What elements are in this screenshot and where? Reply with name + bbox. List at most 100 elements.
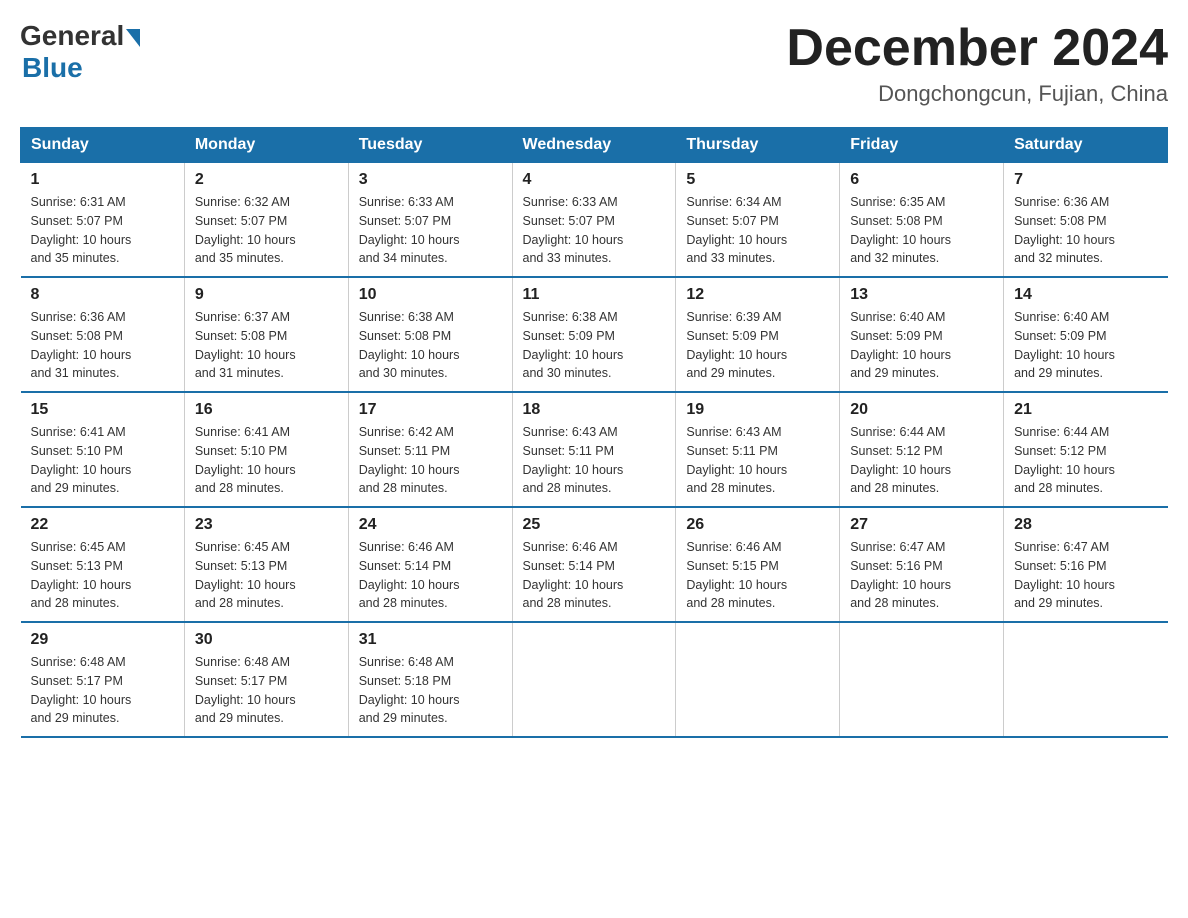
table-row: 5 Sunrise: 6:34 AM Sunset: 5:07 PM Dayli… bbox=[676, 163, 840, 278]
day-info: Sunrise: 6:47 AM Sunset: 5:16 PM Dayligh… bbox=[850, 538, 993, 613]
day-number: 23 bbox=[195, 516, 338, 534]
day-number: 31 bbox=[359, 631, 502, 649]
day-info: Sunrise: 6:42 AM Sunset: 5:11 PM Dayligh… bbox=[359, 423, 502, 498]
day-number: 19 bbox=[686, 401, 829, 419]
day-number: 28 bbox=[1014, 516, 1157, 534]
day-info: Sunrise: 6:45 AM Sunset: 5:13 PM Dayligh… bbox=[31, 538, 174, 613]
table-row: 4 Sunrise: 6:33 AM Sunset: 5:07 PM Dayli… bbox=[512, 163, 676, 278]
table-row bbox=[676, 622, 840, 737]
day-number: 14 bbox=[1014, 286, 1157, 304]
table-row: 16 Sunrise: 6:41 AM Sunset: 5:10 PM Dayl… bbox=[184, 392, 348, 507]
table-row: 6 Sunrise: 6:35 AM Sunset: 5:08 PM Dayli… bbox=[840, 163, 1004, 278]
table-row: 26 Sunrise: 6:46 AM Sunset: 5:15 PM Dayl… bbox=[676, 507, 840, 622]
day-number: 20 bbox=[850, 401, 993, 419]
day-number: 2 bbox=[195, 171, 338, 189]
day-info: Sunrise: 6:32 AM Sunset: 5:07 PM Dayligh… bbox=[195, 193, 338, 268]
table-row: 15 Sunrise: 6:41 AM Sunset: 5:10 PM Dayl… bbox=[21, 392, 185, 507]
day-number: 1 bbox=[31, 171, 174, 189]
table-row: 12 Sunrise: 6:39 AM Sunset: 5:09 PM Dayl… bbox=[676, 277, 840, 392]
day-info: Sunrise: 6:44 AM Sunset: 5:12 PM Dayligh… bbox=[850, 423, 993, 498]
col-tuesday: Tuesday bbox=[348, 128, 512, 163]
calendar-body: 1 Sunrise: 6:31 AM Sunset: 5:07 PM Dayli… bbox=[21, 163, 1168, 738]
title-section: December 2024 Dongchongcun, Fujian, Chin… bbox=[786, 20, 1168, 107]
col-monday: Monday bbox=[184, 128, 348, 163]
day-info: Sunrise: 6:40 AM Sunset: 5:09 PM Dayligh… bbox=[1014, 308, 1157, 383]
day-number: 6 bbox=[850, 171, 993, 189]
day-info: Sunrise: 6:47 AM Sunset: 5:16 PM Dayligh… bbox=[1014, 538, 1157, 613]
table-row: 25 Sunrise: 6:46 AM Sunset: 5:14 PM Dayl… bbox=[512, 507, 676, 622]
day-info: Sunrise: 6:33 AM Sunset: 5:07 PM Dayligh… bbox=[359, 193, 502, 268]
col-thursday: Thursday bbox=[676, 128, 840, 163]
day-info: Sunrise: 6:46 AM Sunset: 5:15 PM Dayligh… bbox=[686, 538, 829, 613]
table-row: 18 Sunrise: 6:43 AM Sunset: 5:11 PM Dayl… bbox=[512, 392, 676, 507]
page-header: General Blue December 2024 Dongchongcun,… bbox=[20, 20, 1168, 107]
table-row: 24 Sunrise: 6:46 AM Sunset: 5:14 PM Dayl… bbox=[348, 507, 512, 622]
day-number: 25 bbox=[523, 516, 666, 534]
day-number: 3 bbox=[359, 171, 502, 189]
day-number: 9 bbox=[195, 286, 338, 304]
day-number: 8 bbox=[31, 286, 174, 304]
day-info: Sunrise: 6:31 AM Sunset: 5:07 PM Dayligh… bbox=[31, 193, 174, 268]
day-info: Sunrise: 6:46 AM Sunset: 5:14 PM Dayligh… bbox=[523, 538, 666, 613]
table-row: 20 Sunrise: 6:44 AM Sunset: 5:12 PM Dayl… bbox=[840, 392, 1004, 507]
day-info: Sunrise: 6:41 AM Sunset: 5:10 PM Dayligh… bbox=[195, 423, 338, 498]
table-row: 9 Sunrise: 6:37 AM Sunset: 5:08 PM Dayli… bbox=[184, 277, 348, 392]
logo-text: General bbox=[20, 20, 142, 52]
table-row: 7 Sunrise: 6:36 AM Sunset: 5:08 PM Dayli… bbox=[1004, 163, 1168, 278]
day-info: Sunrise: 6:34 AM Sunset: 5:07 PM Dayligh… bbox=[686, 193, 829, 268]
day-number: 29 bbox=[31, 631, 174, 649]
day-info: Sunrise: 6:48 AM Sunset: 5:18 PM Dayligh… bbox=[359, 653, 502, 728]
day-info: Sunrise: 6:40 AM Sunset: 5:09 PM Dayligh… bbox=[850, 308, 993, 383]
day-number: 10 bbox=[359, 286, 502, 304]
table-row: 1 Sunrise: 6:31 AM Sunset: 5:07 PM Dayli… bbox=[21, 163, 185, 278]
table-row: 31 Sunrise: 6:48 AM Sunset: 5:18 PM Dayl… bbox=[348, 622, 512, 737]
day-number: 22 bbox=[31, 516, 174, 534]
col-friday: Friday bbox=[840, 128, 1004, 163]
table-row: 10 Sunrise: 6:38 AM Sunset: 5:08 PM Dayl… bbox=[348, 277, 512, 392]
day-number: 15 bbox=[31, 401, 174, 419]
day-info: Sunrise: 6:48 AM Sunset: 5:17 PM Dayligh… bbox=[31, 653, 174, 728]
logo: General Blue bbox=[20, 20, 142, 84]
day-info: Sunrise: 6:44 AM Sunset: 5:12 PM Dayligh… bbox=[1014, 423, 1157, 498]
table-row: 22 Sunrise: 6:45 AM Sunset: 5:13 PM Dayl… bbox=[21, 507, 185, 622]
col-sunday: Sunday bbox=[21, 128, 185, 163]
table-row: 28 Sunrise: 6:47 AM Sunset: 5:16 PM Dayl… bbox=[1004, 507, 1168, 622]
table-row: 30 Sunrise: 6:48 AM Sunset: 5:17 PM Dayl… bbox=[184, 622, 348, 737]
day-number: 11 bbox=[523, 286, 666, 304]
day-info: Sunrise: 6:43 AM Sunset: 5:11 PM Dayligh… bbox=[686, 423, 829, 498]
location: Dongchongcun, Fujian, China bbox=[786, 81, 1168, 107]
table-row: 19 Sunrise: 6:43 AM Sunset: 5:11 PM Dayl… bbox=[676, 392, 840, 507]
table-row: 29 Sunrise: 6:48 AM Sunset: 5:17 PM Dayl… bbox=[21, 622, 185, 737]
day-info: Sunrise: 6:33 AM Sunset: 5:07 PM Dayligh… bbox=[523, 193, 666, 268]
day-info: Sunrise: 6:38 AM Sunset: 5:09 PM Dayligh… bbox=[523, 308, 666, 383]
table-row: 3 Sunrise: 6:33 AM Sunset: 5:07 PM Dayli… bbox=[348, 163, 512, 278]
day-number: 13 bbox=[850, 286, 993, 304]
day-number: 21 bbox=[1014, 401, 1157, 419]
day-number: 18 bbox=[523, 401, 666, 419]
logo-triangle-icon bbox=[126, 29, 140, 47]
month-title: December 2024 bbox=[786, 20, 1168, 77]
day-info: Sunrise: 6:41 AM Sunset: 5:10 PM Dayligh… bbox=[31, 423, 174, 498]
table-row bbox=[512, 622, 676, 737]
day-info: Sunrise: 6:39 AM Sunset: 5:09 PM Dayligh… bbox=[686, 308, 829, 383]
day-number: 4 bbox=[523, 171, 666, 189]
table-row: 23 Sunrise: 6:45 AM Sunset: 5:13 PM Dayl… bbox=[184, 507, 348, 622]
logo-blue: Blue bbox=[22, 52, 83, 83]
col-saturday: Saturday bbox=[1004, 128, 1168, 163]
table-row bbox=[1004, 622, 1168, 737]
day-number: 16 bbox=[195, 401, 338, 419]
day-info: Sunrise: 6:38 AM Sunset: 5:08 PM Dayligh… bbox=[359, 308, 502, 383]
day-info: Sunrise: 6:36 AM Sunset: 5:08 PM Dayligh… bbox=[31, 308, 174, 383]
day-info: Sunrise: 6:45 AM Sunset: 5:13 PM Dayligh… bbox=[195, 538, 338, 613]
day-info: Sunrise: 6:36 AM Sunset: 5:08 PM Dayligh… bbox=[1014, 193, 1157, 268]
table-row: 17 Sunrise: 6:42 AM Sunset: 5:11 PM Dayl… bbox=[348, 392, 512, 507]
table-row: 13 Sunrise: 6:40 AM Sunset: 5:09 PM Dayl… bbox=[840, 277, 1004, 392]
table-row bbox=[840, 622, 1004, 737]
day-number: 17 bbox=[359, 401, 502, 419]
table-row: 14 Sunrise: 6:40 AM Sunset: 5:09 PM Dayl… bbox=[1004, 277, 1168, 392]
table-row: 8 Sunrise: 6:36 AM Sunset: 5:08 PM Dayli… bbox=[21, 277, 185, 392]
day-info: Sunrise: 6:46 AM Sunset: 5:14 PM Dayligh… bbox=[359, 538, 502, 613]
calendar-header: Sunday Monday Tuesday Wednesday Thursday… bbox=[21, 128, 1168, 163]
day-number: 5 bbox=[686, 171, 829, 189]
day-number: 27 bbox=[850, 516, 993, 534]
